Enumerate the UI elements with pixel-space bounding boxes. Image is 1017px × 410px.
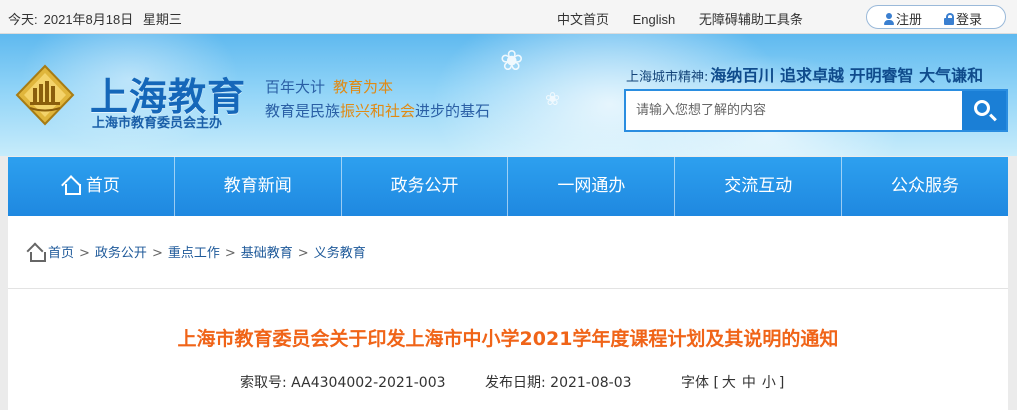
slogan-highlight: 振兴和社会: [340, 102, 416, 120]
article-title: 上海市教育委员会关于印发上海市中小学2021学年度课程计划及其说明的通知: [177, 328, 839, 350]
nav-item-label: 教育新闻: [223, 176, 292, 196]
nav-item-label: 一网通办: [557, 176, 626, 196]
publish-date: 发布日期: 2021-08-03: [485, 372, 681, 392]
date-value: 2021年8月18日: [43, 12, 134, 27]
nav-item-label: 公众服务: [891, 176, 960, 196]
breadcrumb-separator: >: [79, 246, 90, 261]
nav-item-label: 首页: [85, 176, 120, 196]
date-label: 今天:: [8, 12, 38, 27]
publish-date-label: 发布日期:: [485, 375, 546, 391]
nav-item-label: 政务公开: [390, 176, 459, 196]
breadcrumb: 首页 > 政务公开 > 重点工作 > 基础教育 > 义务教育: [26, 242, 366, 262]
site-subtitle: 上海市教育委员会主办: [92, 116, 223, 131]
bracket: ]: [778, 375, 785, 391]
home-icon: [26, 243, 46, 262]
site-logo[interactable]: [14, 64, 76, 126]
breadcrumb-home[interactable]: 首页: [48, 246, 74, 261]
login-label: 登录: [956, 12, 983, 27]
slogan-highlight: 教育为本: [333, 78, 394, 96]
flower-decoration: ❀: [545, 89, 561, 109]
city-spirit: 上海城市精神: 海纳百川 追求卓越 开明睿智 大气谦和: [626, 62, 983, 86]
slogan-text: 进步的基石: [415, 102, 491, 120]
breadcrumb-separator: >: [151, 246, 163, 261]
slogan-line-2: 教育是民族振兴和社会进步的基石: [265, 100, 490, 121]
auth-box: 注册 登录: [866, 5, 1006, 29]
user-icon: [884, 13, 894, 25]
font-size-small[interactable]: 小: [762, 375, 776, 391]
breadcrumb-compulsory-education[interactable]: 义务教育: [314, 246, 366, 261]
register-label: 注册: [896, 12, 923, 27]
font-size-label: 字体: [681, 375, 709, 391]
publish-date-value: 2021-08-03: [550, 375, 632, 391]
nav-item-one-stop-service[interactable]: 一网通办: [508, 157, 676, 216]
nav-item-government-affairs[interactable]: 政务公开: [342, 157, 509, 216]
top-bar: 今天: 2021年8月18日 星期三 中文首页 English 无障碍辅助工具条 …: [0, 0, 1017, 34]
breadcrumb-separator: >: [224, 246, 236, 261]
register-link[interactable]: 注册: [884, 9, 922, 28]
index-value: AA4304002-2021-003: [291, 375, 446, 391]
nav-item-home[interactable]: 首页: [8, 157, 175, 216]
font-size-large[interactable]: 大: [722, 375, 736, 391]
flower-decoration: ❀: [500, 45, 524, 76]
nav-item-label: 交流互动: [724, 176, 793, 196]
city-spirit-label: 上海城市精神:: [626, 70, 709, 85]
search-button[interactable]: [962, 91, 1006, 130]
date-display: 今天: 2021年8月18日 星期三: [8, 9, 188, 28]
link-english[interactable]: English: [633, 12, 676, 27]
search-input[interactable]: [626, 91, 964, 130]
font-size-medium[interactable]: 中: [742, 375, 756, 391]
search-box: [624, 89, 1008, 132]
breadcrumb-government-affairs[interactable]: 政务公开: [95, 246, 147, 261]
divider: [8, 288, 1008, 289]
breadcrumb-key-work[interactable]: 重点工作: [168, 246, 220, 261]
index-number: 索取号: AA4304002-2021-003: [240, 372, 485, 392]
content-panel: 首页 > 政务公开 > 重点工作 > 基础教育 > 义务教育 上海市教育委员会关于印发上海市中小…: [8, 216, 1008, 410]
city-spirit-text: 海纳百川 追求卓越 开明睿智 大气谦和: [710, 66, 984, 85]
home-icon: [62, 176, 81, 195]
lock-icon: [944, 13, 954, 25]
nav-item-education-news[interactable]: 教育新闻: [175, 157, 342, 216]
article-meta: 索取号: AA4304002-2021-003 发布日期: 2021-08-03 字…: [240, 372, 784, 392]
slogan-line-1: 百年大计 教育为本: [265, 76, 393, 97]
link-chinese-home[interactable]: 中文首页: [557, 12, 609, 27]
main-nav: 首页 教育新闻 政务公开 一网通办 交流互动 公众服务: [8, 157, 1008, 216]
index-label: 索取号:: [240, 375, 287, 391]
slogan-text: 百年大计: [265, 78, 326, 96]
font-size-selector: 字体 [大中小]: [681, 372, 784, 392]
nav-item-interaction[interactable]: 交流互动: [675, 157, 843, 216]
weekday: 星期三: [142, 12, 182, 27]
slogan-text: 教育是民族: [265, 102, 341, 120]
login-link[interactable]: 登录: [944, 9, 982, 28]
link-accessibility-toolbar[interactable]: 无障碍辅助工具条: [699, 12, 803, 27]
search-icon: [974, 100, 990, 116]
top-links: 中文首页 English 无障碍辅助工具条: [557, 9, 823, 28]
breadcrumb-separator: >: [297, 246, 309, 261]
nav-item-public-service[interactable]: 公众服务: [842, 157, 1008, 216]
breadcrumb-basic-education[interactable]: 基础教育: [241, 246, 293, 261]
bracket: [: [713, 375, 719, 391]
site-header: ❀ ❀ 上海教育 上海市教育委员会主办 百年大计 教育为本 教育是民族振兴和社会进…: [0, 34, 1017, 156]
